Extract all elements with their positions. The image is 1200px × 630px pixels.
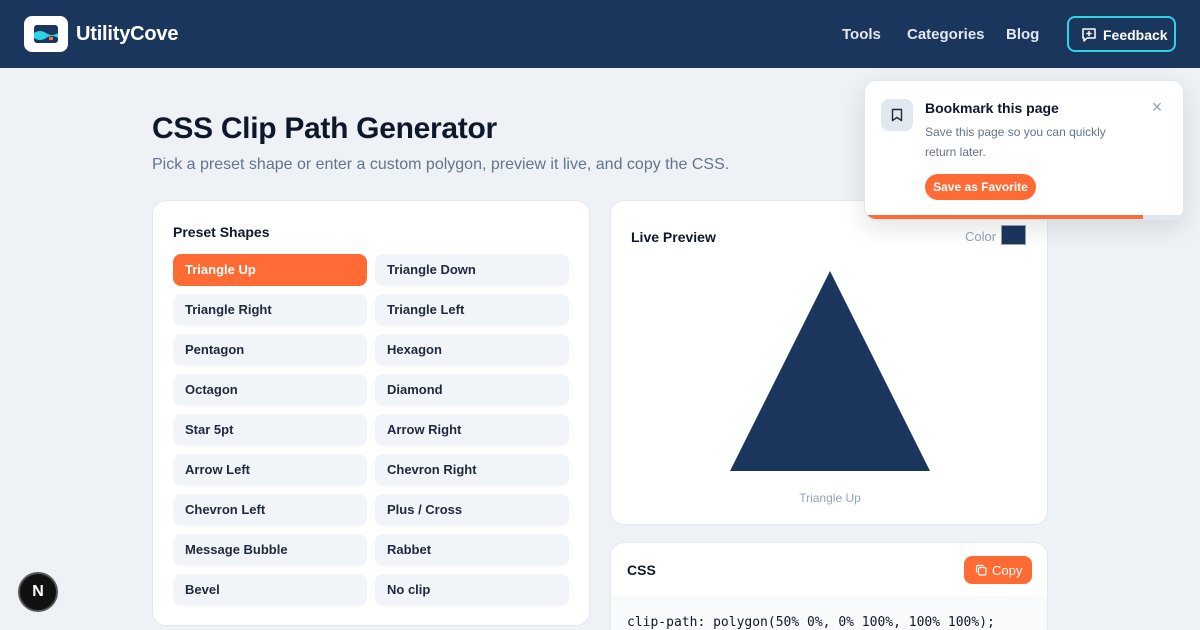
close-icon[interactable]: × <box>1149 98 1165 116</box>
brand-logo[interactable] <box>24 16 68 52</box>
live-preview-heading: Live Preview <box>631 229 716 245</box>
bookmark-text: Save this page so you can quickly return… <box>925 125 1106 159</box>
bookmark-icon-box <box>881 99 913 131</box>
brand-name[interactable]: UtilityCove <box>76 23 178 46</box>
feedback-button[interactable]: Feedback <box>1067 16 1176 52</box>
preset-button-octagon[interactable]: Octagon <box>173 374 367 406</box>
bookmark-progress-fill <box>865 215 1144 219</box>
copy-label: Copy <box>992 563 1023 578</box>
preset-button-bevel[interactable]: Bevel <box>173 574 367 606</box>
preset-button-pentagon[interactable]: Pentagon <box>173 334 367 366</box>
nav-categories[interactable]: Categories <box>907 26 985 43</box>
preset-shapes-card: Preset Shapes Triangle Up Triangle Down Tr… <box>152 200 590 626</box>
preset-button-no-clip[interactable]: No clip <box>375 574 569 606</box>
top-navbar: UtilityCove Tools Categories Blog Feedba… <box>0 0 1200 68</box>
preset-button-rabbet[interactable]: Rabbet <box>375 534 569 566</box>
nav-blog[interactable]: Blog <box>1006 26 1039 43</box>
css-output-card: CSS Copy clip-path: polygon(50% 0%, 0% 1… <box>610 542 1048 630</box>
page-subtitle: Pick a preset shape or enter a custom po… <box>152 156 730 173</box>
preset-button-arrow-right[interactable]: Arrow Right <box>375 414 569 446</box>
preset-button-chevron-right[interactable]: Chevron Right <box>375 454 569 486</box>
color-picker[interactable] <box>1001 225 1026 245</box>
preset-button-message-bubble[interactable]: Message Bubble <box>173 534 367 566</box>
copy-button[interactable]: Copy <box>964 556 1032 584</box>
nav-tools[interactable]: Tools <box>842 26 881 43</box>
preset-button-hexagon[interactable]: Hexagon <box>375 334 569 366</box>
preset-button-plus-cross[interactable]: Plus / Cross <box>375 494 569 526</box>
bookmark-icon <box>891 108 903 122</box>
bookmark-progress-track <box>865 215 1183 219</box>
live-preview-card: Live Preview Color Triangle Up <box>610 200 1048 525</box>
bookmark-title: Bookmark this page <box>925 100 1059 116</box>
folder-wave-logo-icon <box>34 25 58 43</box>
preview-caption: Triangle Up <box>799 491 861 505</box>
bookmark-popup: Bookmark this page Save this page so you… <box>864 80 1184 220</box>
css-code-text: clip-path: polygon(50% 0%, 0% 100%, 100%… <box>627 615 995 630</box>
preset-button-arrow-left[interactable]: Arrow Left <box>173 454 367 486</box>
preset-button-star-5pt[interactable]: Star 5pt <box>173 414 367 446</box>
preset-button-triangle-down[interactable]: Triangle Down <box>375 254 569 286</box>
message-plus-icon <box>1082 28 1096 42</box>
save-as-favorite-button[interactable]: Save as Favorite <box>925 174 1036 200</box>
css-heading: CSS <box>627 562 656 578</box>
clip-path-preview-shape <box>730 271 930 471</box>
copy-icon <box>975 564 987 576</box>
preset-shapes-heading: Preset Shapes <box>173 224 270 240</box>
preset-button-triangle-right[interactable]: Triangle Right <box>173 294 367 326</box>
preset-button-diamond[interactable]: Diamond <box>375 374 569 406</box>
preset-button-triangle-up[interactable]: Triangle Up <box>173 254 367 286</box>
preset-button-triangle-left[interactable]: Triangle Left <box>375 294 569 326</box>
css-code-block[interactable]: clip-path: polygon(50% 0%, 0% 100%, 100%… <box>611 596 1047 630</box>
color-label: Color <box>965 229 997 244</box>
dev-indicator-badge[interactable]: N <box>18 572 58 612</box>
preset-button-chevron-left[interactable]: Chevron Left <box>173 494 367 526</box>
feedback-label: Feedback <box>1103 27 1168 43</box>
page-title: CSS Clip Path Generator <box>152 112 497 145</box>
